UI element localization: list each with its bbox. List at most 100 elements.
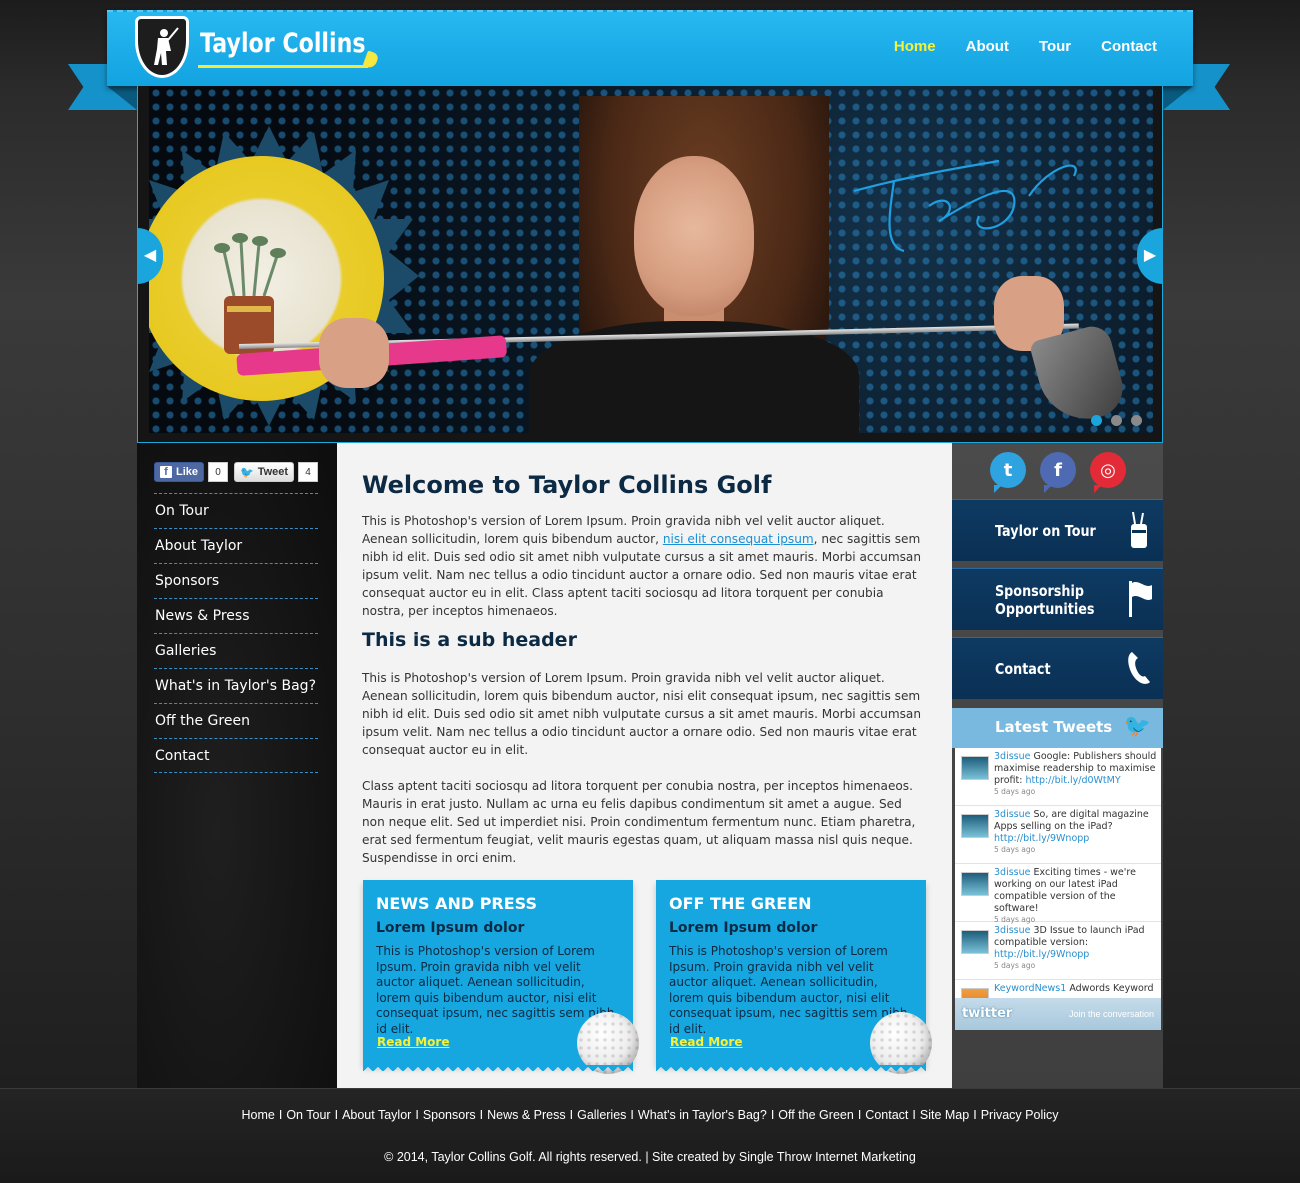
nav-about[interactable]: About <box>966 38 1009 55</box>
box-subtitle: Lorem Ipsum dolor <box>376 920 525 936</box>
tweet-avatar <box>961 988 989 998</box>
read-more-link[interactable]: Read More <box>670 1035 743 1049</box>
tweet-item: 3dissue Exciting times - we're working o… <box>955 864 1161 924</box>
footer-separator: I <box>278 1108 283 1122</box>
left-menu-item-on-tour[interactable]: On Tour <box>154 493 318 528</box>
tweet-label: Tweet <box>257 466 289 478</box>
news-and-press-box: NEWS AND PRESS Lorem Ipsum dolor This is… <box>363 880 639 1074</box>
tweet-link[interactable]: http://bit.ly/9Wnopp <box>994 949 1089 960</box>
off-the-green-box: OFF THE GREEN Lorem Ipsum dolor This is … <box>656 880 932 1074</box>
footer-link-site-map[interactable]: Site Map <box>920 1108 969 1122</box>
autograph-signature <box>853 159 1077 253</box>
tweet-text: Adwords Keyword <box>1066 983 1154 994</box>
tweet-avatar <box>961 756 989 780</box>
instagram-icon[interactable]: ◎ <box>1090 452 1126 493</box>
tweet-user[interactable]: 3dissue <box>994 751 1030 762</box>
footer-link-contact[interactable]: Contact <box>865 1108 908 1122</box>
tweet-user[interactable]: 3dissue <box>994 925 1030 936</box>
body-paragraph-3: Class aptent taciti sociosqu ad litora t… <box>362 779 916 865</box>
footer-link-off-the-green[interactable]: Off the Green <box>778 1108 854 1122</box>
twitter-widget-footer: twitter Join the conversation <box>955 998 1161 1030</box>
twitter-bird-icon: 🐦 <box>1123 714 1151 739</box>
like-label: Like <box>176 466 199 478</box>
footer-link-home[interactable]: Home <box>242 1108 275 1122</box>
golf-bag-illustration <box>214 233 286 354</box>
main-nav: Home About Tour Contact <box>864 38 1157 55</box>
site-footer: Home I On Tour I About Taylor I Sponsors I News … <box>0 1088 1300 1183</box>
box-subtitle: Lorem Ipsum dolor <box>669 920 818 936</box>
logo-text[interactable]: Taylor Collins <box>200 28 366 59</box>
side-button-label: Contact <box>995 659 1051 678</box>
footer-link-news-press[interactable]: News & Press <box>487 1108 566 1122</box>
tweet-time: 5 days ago <box>994 845 1036 854</box>
tweet-avatar <box>961 814 989 838</box>
nav-contact[interactable]: Contact <box>1101 38 1157 55</box>
footer-link-on-tour[interactable]: On Tour <box>286 1108 330 1122</box>
tweets-list: 3dissue Google: Publishers should maximi… <box>955 748 1161 998</box>
slider-pagination <box>1091 415 1142 426</box>
box-text: This is Photoshop's version of Lorem Ips… <box>669 944 908 1036</box>
side-button-label: Sponsorship Opportunities <box>995 581 1095 618</box>
twitter-logo[interactable]: twitter <box>962 1006 1012 1021</box>
join-conversation-link[interactable]: Join the conversation <box>1069 1009 1154 1019</box>
latest-tweets-header: Latest Tweets 🐦 <box>952 708 1163 748</box>
nav-tour[interactable]: Tour <box>1039 38 1071 55</box>
footer-links: Home I On Tour I About Taylor I Sponsors I News … <box>0 1108 1300 1122</box>
sponsorship-opportunities-button[interactable]: Sponsorship Opportunities <box>952 568 1163 630</box>
tweet-user[interactable]: KeywordNews1 <box>994 983 1066 994</box>
facebook-like-button[interactable]: f Like <box>154 462 205 482</box>
footer-separator: I <box>857 1108 862 1122</box>
taylor-on-tour-button[interactable]: Taylor on Tour <box>952 499 1163 561</box>
left-menu-item-sponsors[interactable]: Sponsors <box>154 563 318 598</box>
slider-dot-3[interactable] <box>1131 415 1142 426</box>
flag-icon <box>1125 579 1153 619</box>
tweet-count: 4 <box>298 462 319 482</box>
tweet-link[interactable]: http://bit.ly/d0WtMY <box>1025 775 1120 786</box>
box-title: OFF THE GREEN <box>669 894 812 913</box>
tweet-user[interactable]: 3dissue <box>994 809 1030 820</box>
twitter-bird-icon: 🐦 <box>240 466 254 479</box>
contact-button[interactable]: Contact <box>952 637 1163 699</box>
tweet-button[interactable]: 🐦 Tweet <box>234 462 295 482</box>
side-button-label: Taylor on Tour <box>995 521 1096 540</box>
tweet-item: 3dissue 3D Issue to launch iPad compatib… <box>955 922 1161 980</box>
tweet-item: 3dissue Google: Publishers should maximi… <box>955 748 1161 806</box>
body-paragraph-2: This is Photoshop's version of Lorem Ips… <box>362 671 921 757</box>
footer-separator: I <box>415 1108 419 1122</box>
facebook-like-widget: f Like 0 <box>154 462 229 482</box>
header-ribbon-left-fold <box>107 86 137 110</box>
footer-link-about-taylor[interactable]: About Taylor <box>342 1108 411 1122</box>
footer-separator: I <box>630 1108 634 1122</box>
footer-separator: I <box>569 1108 574 1122</box>
like-count: 0 <box>208 462 229 482</box>
left-menu-item-galleries[interactable]: Galleries <box>154 633 318 668</box>
tweet-time: 5 days ago <box>994 787 1036 796</box>
footer-link-galleries[interactable]: Galleries <box>577 1108 626 1122</box>
golfer-face <box>634 156 754 316</box>
left-menu-item-news-press[interactable]: News & Press <box>154 598 318 633</box>
slider-dot-2[interactable] <box>1111 415 1122 426</box>
footer-link-sponsors[interactable]: Sponsors <box>423 1108 476 1122</box>
footer-link-taylors-bag[interactable]: What's in Taylor's Bag? <box>638 1108 767 1122</box>
left-menu-item-about-taylor[interactable]: About Taylor <box>154 528 318 563</box>
box-title: NEWS AND PRESS <box>376 894 537 913</box>
left-menu-item-taylors-bag[interactable]: What's in Taylor's Bag? <box>154 668 318 703</box>
footer-link-privacy-policy[interactable]: Privacy Policy <box>981 1108 1059 1122</box>
logo-underline <box>198 65 368 68</box>
slider-dot-1[interactable] <box>1091 415 1102 426</box>
footer-separator: I <box>770 1108 775 1122</box>
box-text: This is Photoshop's version of Lorem Ips… <box>376 944 615 1036</box>
tweet-link[interactable]: http://bit.ly/9Wnopp <box>994 833 1089 844</box>
facebook-icon[interactable]: f <box>1040 452 1076 493</box>
intro-inline-link[interactable]: nisi elit consequat ipsum <box>663 532 814 546</box>
read-more-link[interactable]: Read More <box>377 1035 450 1049</box>
tweet-user[interactable]: 3dissue <box>994 867 1030 878</box>
logo-shield-icon[interactable] <box>135 16 189 78</box>
nav-home[interactable]: Home <box>894 38 936 55</box>
footer-copyright: © 2014, Taylor Collins Golf. All rights … <box>384 1150 916 1164</box>
left-menu-item-contact[interactable]: Contact <box>154 738 318 773</box>
header-ribbon-right-fold <box>1163 86 1193 110</box>
twitter-icon[interactable]: t <box>990 452 1026 493</box>
footer-separator: I <box>912 1108 916 1122</box>
left-menu-item-off-the-green[interactable]: Off the Green <box>154 703 318 738</box>
